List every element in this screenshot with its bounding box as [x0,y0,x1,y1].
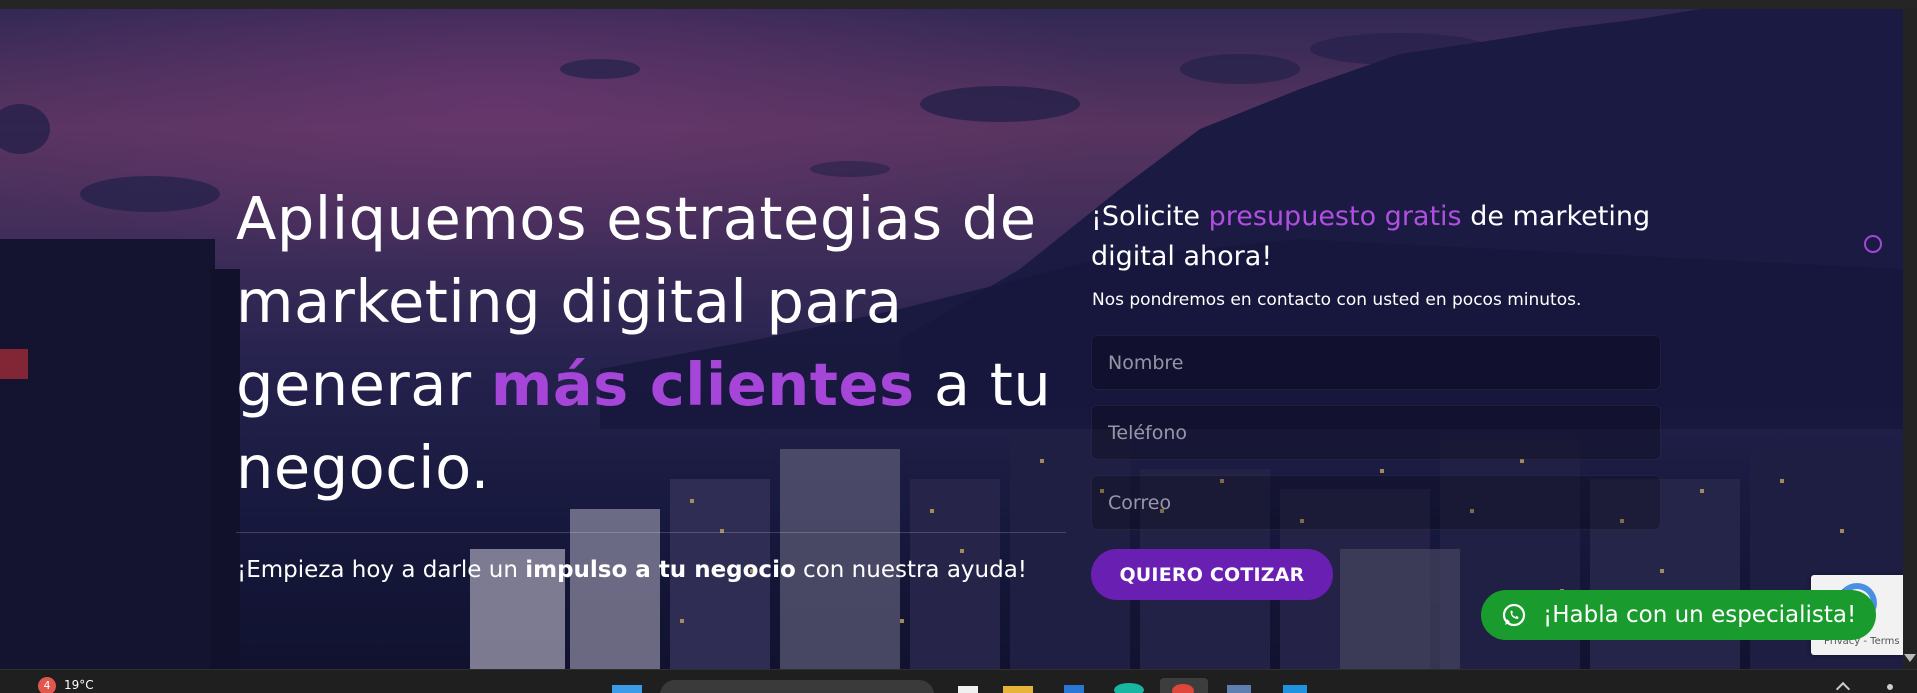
quote-submit-button[interactable]: QUIERO COTIZAR [1091,549,1333,600]
headline-divider [236,532,1066,533]
browser-top-bar [0,0,1917,9]
phone-field[interactable] [1091,405,1661,460]
whatsapp-chat-button[interactable]: ¡Habla con un especialista! [1481,590,1876,640]
email-field[interactable] [1091,475,1661,530]
subline-text-start: ¡Empieza hoy a darle un [237,557,526,583]
weather-temperature[interactable]: 19°C [64,678,94,692]
form-title-start: ¡Solicite [1091,201,1209,232]
form-title-highlight: presupuesto gratis [1208,201,1462,232]
tray-expand-icon[interactable] [1835,681,1851,693]
taskbar-search-box[interactable] [660,680,934,693]
whatsapp-icon [1502,603,1526,627]
scroll-down-arrow-icon[interactable] [1904,654,1916,662]
hero-subline: ¡Empieza hoy a darle un impulso a tu neg… [237,557,1027,583]
subline-bold: impulso a tu negocio [525,557,796,583]
weather-badge[interactable]: 4 [38,677,56,693]
form-subtitle: Nos pondremos en contacto con usted en p… [1092,290,1582,310]
windows-taskbar: 4 19°C [0,669,1917,693]
page-scrollbar[interactable] [1903,9,1917,669]
name-field[interactable] [1091,335,1661,390]
hero-headline: Apliquemos estrategias de marketing digi… [236,177,1066,509]
subline-text-end: con nuestra ayuda! [795,557,1028,583]
form-title: ¡Solicite presupuesto gratis de marketin… [1091,197,1651,277]
hero-section: Apliquemos estrategias de marketing digi… [0,9,1903,669]
chrome-browser-icon[interactable] [1160,678,1208,693]
whatsapp-label: ¡Habla con un especialista! [1543,602,1857,628]
tray-status-icon[interactable] [1887,684,1893,690]
slider-indicator[interactable] [1864,235,1882,253]
headline-highlight: más clientes [490,350,915,419]
